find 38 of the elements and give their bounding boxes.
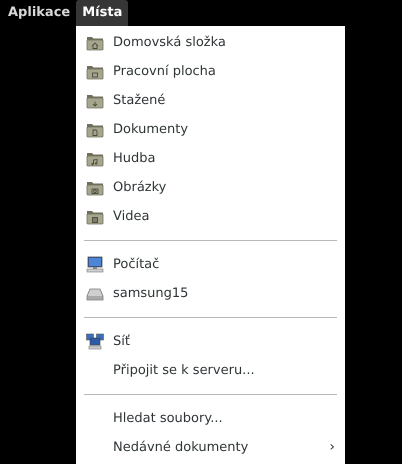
document-folder-icon	[86, 121, 104, 138]
menu-item[interactable]: Pracovní plocha	[84, 57, 337, 86]
menu-item-label: Videa	[113, 208, 150, 226]
menu-item[interactable]: Nedávné dokumenty ›	[84, 433, 337, 462]
menu-item[interactable]: Hudba	[84, 144, 337, 173]
menu-item-label: Obrázky	[113, 178, 168, 197]
menu-tab[interactable]: Aplikace	[2, 0, 76, 26]
camera-folder-icon	[86, 179, 104, 196]
menu-item-label: Síť	[113, 332, 131, 351]
submenu-arrow-icon: ›	[329, 437, 337, 458]
menu-item-label: Stažené	[113, 92, 166, 110]
film-folder-icon	[86, 208, 104, 225]
desktop-folder-icon	[86, 63, 104, 80]
menu-item-label: Počítač	[113, 256, 160, 274]
menu-item-label: Hledat soubory...	[113, 410, 224, 428]
home-folder-icon	[86, 34, 104, 51]
menu-item[interactable]: Domovská složka	[84, 28, 337, 57]
menu-item-label: Připojit se k serveru...	[113, 362, 256, 380]
download-folder-icon	[86, 92, 104, 109]
menu-item[interactable]: samsung15	[84, 279, 337, 308]
menu-item[interactable]: Hledat soubory...	[84, 404, 337, 433]
computer-icon	[86, 256, 104, 273]
menu-item[interactable]: Dokumenty	[84, 115, 337, 144]
menu-item[interactable]: Stažené	[84, 86, 337, 115]
menu-item-label: samsung15	[113, 284, 190, 303]
menu-item-label: Hudba	[113, 150, 156, 168]
menu-item[interactable]: Síť	[84, 327, 337, 356]
menu-item-label: Dokumenty	[113, 120, 190, 139]
menu-item[interactable]: Počítač	[84, 250, 337, 279]
menu-item[interactable]: Videa	[84, 202, 337, 231]
menu-item-label: Pracovní plocha	[113, 62, 217, 81]
menu-item-label: Nedávné dokumenty	[113, 438, 250, 457]
menu-item[interactable]: Obrázky	[84, 173, 337, 202]
music-folder-icon	[86, 150, 104, 167]
network-icon	[86, 333, 104, 350]
menu-item[interactable]: Připojit se k serveru...	[84, 356, 337, 385]
menu-tab[interactable]: Místa	[76, 0, 128, 26]
menu-item-label: Domovská složka	[113, 34, 227, 52]
